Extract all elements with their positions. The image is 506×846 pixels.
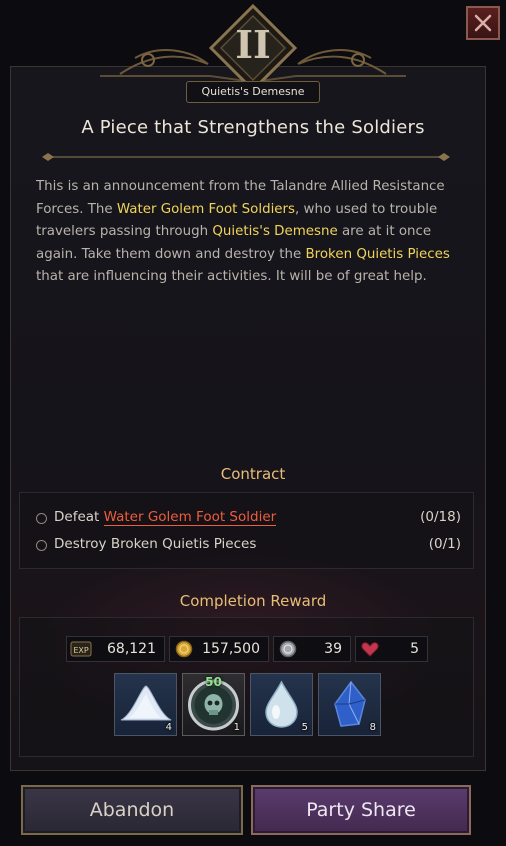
contract-title: Contract [220,465,286,483]
silver-value: 39 [324,641,342,657]
description-highlight: Quietis's Demesne [212,224,338,239]
objective-row: Defeat Water Golem Foot Soldier (0/18) [36,509,461,529]
item-quantity: 5 [301,722,308,733]
objective-row: Destroy Broken Quietis Pieces (0/1) [36,536,461,556]
objective-progress: (0/18) [420,509,461,525]
description-text: that are influencing their activities. I… [36,269,427,284]
objective-target-link[interactable]: Water Golem Foot Soldier [103,509,277,526]
heart-gem-icon [361,642,379,657]
objective-bullet-icon [36,540,47,551]
contract-box: Defeat Water Golem Foot Soldier (0/18) D… [19,492,474,569]
gold-value: 157,500 [202,641,260,657]
reward-item-blue-crystal[interactable]: 8 [318,673,381,736]
close-x-icon [474,14,492,32]
reward-box: EXP 68,121 157,500 39 5 4 50 1 5 8 [19,617,474,757]
region-label: Quietis's Demesne [186,81,320,103]
close-button[interactable] [466,6,500,40]
objective-progress: (0/1) [428,536,461,552]
exp-value: 68,121 [107,641,156,657]
item-quantity: 1 [233,722,240,733]
reward-gold: 157,500 [169,636,269,662]
gold-coin-icon [175,640,193,658]
exp-icon: EXP [70,641,92,657]
heart-value: 5 [410,641,419,657]
reward-item-water-drop[interactable]: 5 [250,673,313,736]
silver-coin-icon [279,640,297,658]
reward-item-skull-orb[interactable]: 50 1 [182,673,245,736]
description-highlight: Water Golem Foot Soldiers [116,201,296,217]
title-divider [42,153,450,161]
objective-prefix: Defeat [54,509,104,525]
objective-text: Destroy Broken Quietis Pieces [54,536,257,552]
objective-bullet-icon [36,513,47,524]
reward-silver: 39 [273,636,351,662]
reward-heart: 5 [355,636,428,662]
svg-text:EXP: EXP [73,646,89,655]
reward-item-powder[interactable]: 4 [114,673,177,736]
quest-title: A Piece that Strengthens the Soldiers [81,117,425,138]
chapter-numeral: II [235,22,271,67]
objective-text: Defeat Water Golem Foot Soldier [54,509,277,526]
item-quantity: 4 [165,722,172,733]
completion-reward-title: Completion Reward [179,592,327,610]
abandon-button[interactable]: Abandon [21,785,243,835]
item-level: 50 [205,675,222,689]
quest-description: This is an announcement from the Talandr… [36,176,468,289]
item-quantity: 8 [369,722,376,733]
reward-exp: EXP 68,121 [66,636,165,662]
description-highlight: Broken Quietis Pieces [305,246,450,262]
party-share-button[interactable]: Party Share [251,785,471,835]
